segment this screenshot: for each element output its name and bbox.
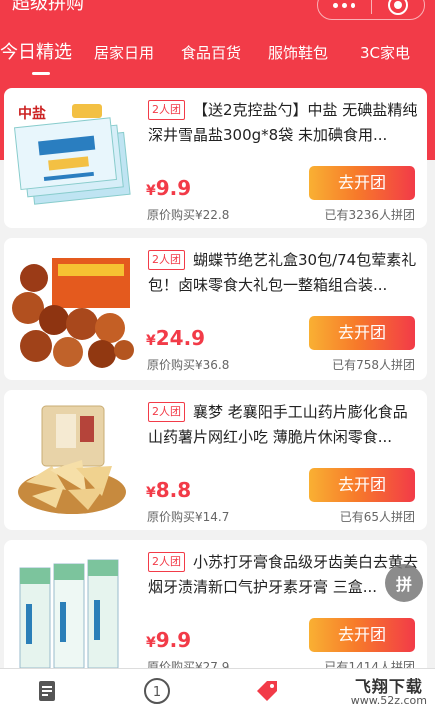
start-group-button[interactable]: 去开团 [309, 316, 415, 350]
product-title[interactable]: 【送2克控盐勺】中盐 无碘盐精纯深井雪晶盐300g*8袋 未加碘食用... [148, 98, 418, 148]
currency-symbol: ¥ [146, 485, 156, 501]
group-price: ¥9.9 [146, 176, 191, 200]
product-card[interactable]: 2人团 蝴蝶节绝艺礼盒30包/74包荤素礼包！卤味零食大礼包一整箱组合装... … [4, 238, 427, 380]
tab-3c-appliances[interactable]: 3C家电 [360, 36, 410, 70]
price-value: 24.9 [155, 326, 206, 350]
price-value: 9.9 [155, 628, 192, 652]
close-target-icon [387, 0, 408, 15]
start-group-button[interactable]: 去开团 [309, 618, 415, 652]
product-image-yam-chips[interactable] [12, 400, 134, 522]
svg-text:1: 1 [153, 685, 161, 700]
start-group-button[interactable]: 去开团 [309, 166, 415, 200]
floating-group-button[interactable]: 拼 [385, 564, 423, 602]
nav-orders[interactable] [33, 677, 61, 705]
bottom-navigation: 1 飞翔下载 www.52z.com [0, 668, 435, 710]
start-group-button[interactable]: 去开团 [309, 468, 415, 502]
price-value: 9.9 [155, 176, 192, 200]
group-price: ¥8.8 [146, 478, 191, 502]
currency-symbol: ¥ [146, 635, 156, 651]
tab-apparel[interactable]: 服饰鞋包 [268, 36, 328, 70]
active-tab-indicator [32, 72, 50, 75]
circle-number-icon: 1 [144, 678, 170, 704]
close-button[interactable] [372, 0, 425, 19]
original-price: 原价购买¥14.7 [147, 510, 230, 524]
more-dots-icon [333, 0, 356, 10]
tab-home-daily[interactable]: 居家日用 [94, 36, 154, 70]
document-icon [39, 681, 55, 701]
original-price: 原价购买¥22.8 [147, 208, 230, 222]
app-root: 超级拼购 今日精选 居家日用 食品百货 服饰鞋包 3C家电 中盐 2人团 【送2… [0, 0, 435, 710]
site-watermark: 飞翔下载 www.52z.com [350, 677, 427, 708]
nav-center[interactable]: 1 [143, 677, 171, 705]
product-card[interactable]: 2人团 襄梦 老襄阳手工山药片膨化食品山药薯片网红小吃 薄脆片休闲零食... ¥… [4, 390, 427, 530]
nav-deals[interactable] [253, 677, 281, 705]
group-price: ¥9.9 [146, 628, 191, 652]
mini-program-capsule [317, 0, 425, 20]
original-price: 原价购买¥36.8 [147, 358, 230, 372]
more-button[interactable] [318, 0, 371, 19]
product-card[interactable]: 2人团 小苏打牙膏食品级牙齿美白去黄去烟牙渍清新口气护牙素牙膏 三盒... ¥9… [4, 540, 427, 680]
currency-symbol: ¥ [146, 183, 156, 199]
product-title[interactable]: 蝴蝶节绝艺礼盒30包/74包荤素礼包！卤味零食大礼包一整箱组合装... [148, 248, 418, 298]
tab-food-grocery[interactable]: 食品百货 [181, 36, 241, 70]
watermark-brand: 飞翔下载 [354, 677, 423, 696]
page-title: 超级拼购 [12, 0, 84, 14]
product-title[interactable]: 小苏打牙膏食品级牙齿美白去黄去烟牙渍清新口气护牙素牙膏 三盒... [148, 550, 418, 600]
price-value: 8.8 [155, 478, 192, 502]
tag-icon [257, 681, 277, 701]
category-tabs: 今日精选 居家日用 食品百货 服饰鞋包 3C家电 [0, 36, 435, 76]
product-image-snacks[interactable] [12, 248, 134, 370]
product-image-toothpaste[interactable] [12, 550, 134, 672]
product-image-salt[interactable]: 中盐 [12, 98, 134, 220]
product-card[interactable]: 中盐 2人团 【送2克控盐勺】中盐 无碘盐精纯深井雪晶盐300g*8袋 未加碘食… [4, 88, 427, 228]
tab-today-picks[interactable]: 今日精选 [0, 36, 72, 70]
product-title[interactable]: 襄梦 老襄阳手工山药片膨化食品山药薯片网红小吃 薄脆片休闲零食... [148, 400, 418, 450]
watermark-url: www.52z.com [350, 694, 427, 707]
currency-symbol: ¥ [146, 333, 156, 349]
joined-count: 已有758人拼团 [332, 358, 415, 372]
joined-count: 已有3236人拼团 [324, 208, 415, 222]
group-price: ¥24.9 [146, 326, 205, 350]
svg-text:中盐: 中盐 [18, 105, 46, 122]
joined-count: 已有65人拼团 [339, 510, 415, 524]
